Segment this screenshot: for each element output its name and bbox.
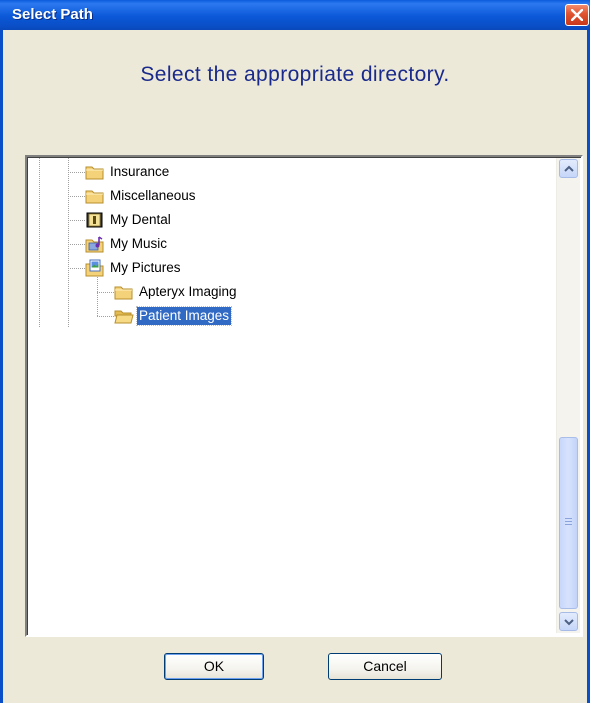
chevron-down-icon <box>564 619 574 626</box>
tree-guide-line <box>68 157 69 327</box>
pictures-folder-icon <box>85 259 104 277</box>
tree-item-my-music[interactable]: My Music <box>85 233 169 255</box>
chevron-up-icon <box>564 165 574 172</box>
tree-item-apteryx-imaging[interactable]: Apteryx Imaging <box>114 281 239 303</box>
tree-item-insurance[interactable]: Insurance <box>85 161 171 183</box>
dental-folder-icon <box>86 212 103 228</box>
tree-item-my-pictures[interactable]: My Pictures <box>85 257 183 279</box>
window-title: Select Path <box>12 6 93 23</box>
directory-tree[interactable]: Insurance Miscellaneous My Dental My Mus… <box>25 155 583 637</box>
scroll-up-button[interactable] <box>559 159 578 178</box>
tree-item-miscellaneous[interactable]: Miscellaneous <box>85 185 198 207</box>
open-folder-icon <box>114 310 134 324</box>
cancel-button[interactable]: Cancel <box>328 653 442 680</box>
tree-item-label: Patient Images <box>135 306 233 326</box>
scroll-down-button[interactable] <box>559 612 578 631</box>
tree-guide-line <box>68 244 85 245</box>
tree-guide-line <box>68 268 85 269</box>
tree-item-patient-images[interactable]: Patient Images <box>114 305 233 327</box>
tree-item-label: Insurance <box>110 164 170 179</box>
tree-item-label: My Music <box>110 236 167 251</box>
tree-guide-line <box>68 172 85 173</box>
close-icon <box>571 9 583 21</box>
ok-button[interactable]: OK <box>164 653 264 680</box>
scroll-thumb[interactable] <box>559 437 578 609</box>
tree-item-label: My Dental <box>110 212 171 227</box>
tree-item-label: Miscellaneous <box>110 188 196 203</box>
tree-guide-line <box>97 292 114 293</box>
grip-icon <box>565 518 572 527</box>
window-frame-left <box>0 30 3 703</box>
folder-icon <box>85 166 104 180</box>
tree-guide-line <box>68 220 85 221</box>
tree-item-label: Apteryx Imaging <box>139 284 237 299</box>
tree-guide-line <box>68 196 85 197</box>
tree-vertical-scrollbar[interactable] <box>556 157 580 633</box>
title-bar[interactable]: Select Path <box>0 0 590 30</box>
music-folder-icon <box>85 236 104 253</box>
select-path-dialog: Select Path Select the appropriate direc… <box>0 0 590 703</box>
folder-icon <box>114 286 133 300</box>
tree-guide-line <box>39 157 40 327</box>
dialog-heading: Select the appropriate directory. <box>140 63 450 86</box>
tree-guide-line <box>97 316 114 317</box>
close-button[interactable] <box>565 4 589 26</box>
tree-top-highlight <box>27 157 277 159</box>
tree-item-label: My Pictures <box>110 260 181 275</box>
tree-item-my-dental[interactable]: My Dental <box>85 209 173 231</box>
folder-icon <box>85 190 104 204</box>
